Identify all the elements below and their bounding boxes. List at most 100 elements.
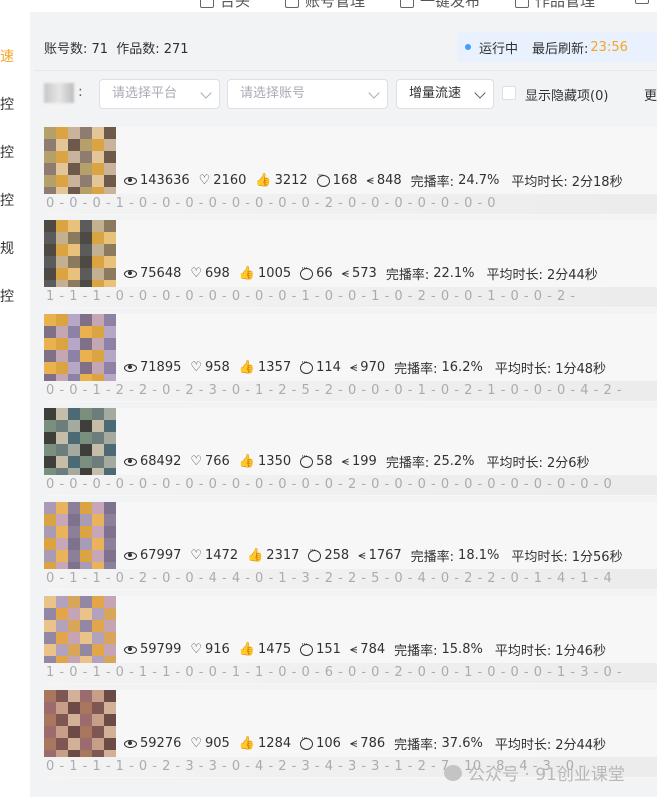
work-metrics: 68492 ♡766 👍1350 58 ⪪199 完播率:25.2% 平均时长:2分6秒	[124, 452, 589, 471]
timeline-values: 0 - 0 - 0 - 0 - 0 - 0 - 0 - 0 - 0 - 0 - …	[46, 477, 613, 492]
completion-label: 完播率:	[394, 738, 438, 753]
views-metric: 59799	[124, 642, 181, 657]
watermark: 公众号 · 91创业课堂	[444, 760, 625, 785]
views-metric: 143636	[124, 173, 190, 188]
completion-rate: 25.2%	[433, 454, 475, 469]
sidebar-item-speed[interactable]: 速	[0, 38, 30, 74]
shares-metric: ⪪ 848	[367, 173, 402, 188]
comments-metric: 106	[300, 734, 341, 751]
refresh-time: 23:56	[590, 39, 628, 55]
share-icon: ⪪	[349, 736, 358, 751]
comment-icon	[316, 171, 330, 187]
completion-label: 完播率:	[394, 362, 438, 377]
completion-rate: 22.1%	[433, 266, 475, 281]
nav-item-accounts[interactable]: 账号管理	[285, 0, 365, 11]
comments-count: 114	[316, 360, 341, 375]
sort-select[interactable]: 增量流速	[396, 79, 494, 109]
completion-label: 完播率:	[394, 644, 438, 659]
heart-icon: ♡	[190, 548, 203, 563]
views-count: 75648	[140, 266, 182, 281]
sidebar: 速 控 控 控 规 控	[0, 12, 30, 797]
avg-duration: 2分44秒	[555, 738, 607, 753]
work-row[interactable]: 68492 ♡766 👍1350 58 ⪪199 完播率:25.2% 平均时长:2分6秒 0 …	[44, 408, 657, 496]
work-row[interactable]: 71895 ♡958 👍1357 114 ⪪970 完播率:16.2% 平均时长:1分48秒…	[44, 314, 657, 402]
status-badge: 运行中 最后刷新: 23:56	[457, 32, 657, 62]
heart-icon: ♡	[198, 173, 211, 188]
filter-colon: :	[78, 84, 83, 100]
nav-item-extra[interactable]	[635, 0, 649, 4]
views-icon	[124, 739, 137, 748]
avg-duration-label: 平均时长:	[486, 268, 543, 283]
summary-stats: 账号数: 71 作品数: 271	[44, 38, 189, 57]
views-icon	[124, 457, 137, 466]
avg-duration: 1分56秒	[571, 550, 623, 565]
more-button[interactable]: 更	[644, 85, 657, 104]
sidebar-item-control-2[interactable]: 控	[0, 142, 14, 162]
comments-count: 66	[316, 266, 333, 281]
nav-item-home[interactable]: 台头	[200, 0, 250, 11]
completion-label: 完播率:	[385, 456, 430, 471]
avg-duration-label: 平均时长:	[511, 550, 568, 565]
refresh-label: 最后刷新:	[532, 41, 589, 57]
show-hidden-label[interactable]: 显示隐藏项(0)	[525, 85, 608, 104]
completion-rate: 24.7%	[458, 173, 500, 188]
work-row[interactable]: 59799 ♡916 👍1475 151 ⪪784 完播率:15.8% 平均时长:1分46秒…	[44, 596, 657, 684]
timeline-values: 1 - 0 - 1 - 0 - 1 - 1 - 0 - 0 - 1 - 1 - …	[46, 665, 623, 680]
views-count: 143636	[140, 173, 190, 188]
accounts-icon	[285, 0, 299, 8]
sidebar-item-control-4[interactable]: 控	[0, 286, 14, 306]
work-timeline: 0 - 0 - 0 - 0 - 0 - 0 - 0 - 0 - 0 - 0 - …	[44, 475, 657, 495]
comments-metric: 151	[300, 640, 341, 657]
thumbs-metric: 👍 1357	[239, 360, 291, 375]
thumbs-count: 3212	[274, 173, 308, 188]
nav-item-works[interactable]: 作品管理	[515, 0, 595, 11]
thumbs-metric: 👍 3212	[255, 173, 307, 188]
nav-item-publish[interactable]: 一键发布	[400, 0, 480, 11]
avg-duration: 1分48秒	[555, 362, 607, 377]
sidebar-item-control-1[interactable]: 控	[0, 94, 14, 114]
heart-icon: ♡	[190, 454, 203, 469]
likes-count: 2160	[213, 173, 247, 188]
chevron-down-icon	[368, 87, 380, 99]
work-row[interactable]: 143636 ♡2160 👍3212 168 ⪪848 完播率:24.7% 平均时长:2分1…	[44, 127, 657, 215]
shares-metric: ⪪ 970	[350, 360, 385, 375]
work-timeline: 0 - 0 - 0 - 1 - 0 - 0 - 0 - 0 - 0 - 0 - …	[44, 194, 657, 214]
work-row[interactable]: 75648 ♡698 👍1005 66 ⪪573 完播率:22.1% 平均时长:2分44秒 1…	[44, 220, 657, 308]
sidebar-item-control-3[interactable]: 控	[0, 190, 14, 210]
thumbs-up-icon: 👍	[238, 454, 256, 469]
views-icon	[124, 551, 137, 560]
avg-duration-label: 平均时长:	[511, 175, 568, 190]
likes-metric: ♡ 698	[190, 266, 229, 281]
shares-count: 784	[360, 642, 386, 657]
shares-count: 1767	[368, 548, 402, 563]
sidebar-item-rules[interactable]: 规	[0, 238, 14, 258]
works-count: 271	[163, 42, 189, 57]
completion-rate: 16.2%	[441, 360, 483, 375]
share-icon: ⪪	[366, 173, 374, 188]
show-hidden-checkbox[interactable]	[502, 86, 516, 100]
chevron-down-icon	[200, 87, 212, 99]
heart-icon: ♡	[190, 360, 203, 375]
work-row[interactable]: 67997 ♡1472 👍2317 258 ⪪1767 完播率:18.1% 平均时长:1分5…	[44, 502, 657, 590]
likes-count: 766	[205, 454, 230, 469]
completion-rate: 15.8%	[441, 642, 483, 657]
likes-count: 698	[205, 266, 230, 281]
shares-metric: ⪪ 1767	[358, 548, 401, 563]
work-timeline: 1 - 0 - 1 - 0 - 1 - 1 - 0 - 0 - 1 - 1 - …	[44, 663, 657, 683]
home-icon	[200, 0, 214, 8]
comments-metric: 258	[308, 546, 349, 563]
likes-metric: ♡ 916	[190, 642, 229, 657]
views-metric: 59276	[124, 736, 181, 751]
thumbs-up-icon: 👍	[238, 360, 256, 375]
timeline-values: 0 - 1 - 1 - 0 - 2 - 0 - 0 - 4 - 4 - 0 - …	[46, 571, 613, 586]
likes-count: 905	[205, 736, 230, 751]
account-select[interactable]: 请选择账号	[227, 79, 388, 109]
shares-count: 786	[360, 736, 386, 751]
avg-duration: 2分44秒	[546, 268, 598, 283]
thumbs-up-icon: 👍	[255, 173, 272, 188]
platform-select[interactable]: 请选择平台	[99, 79, 220, 109]
views-icon	[124, 269, 137, 278]
heart-icon: ♡	[190, 642, 203, 657]
thumbs-count: 1284	[258, 736, 292, 751]
top-nav: 台头 账号管理 一键发布 作品管理	[0, 0, 657, 12]
